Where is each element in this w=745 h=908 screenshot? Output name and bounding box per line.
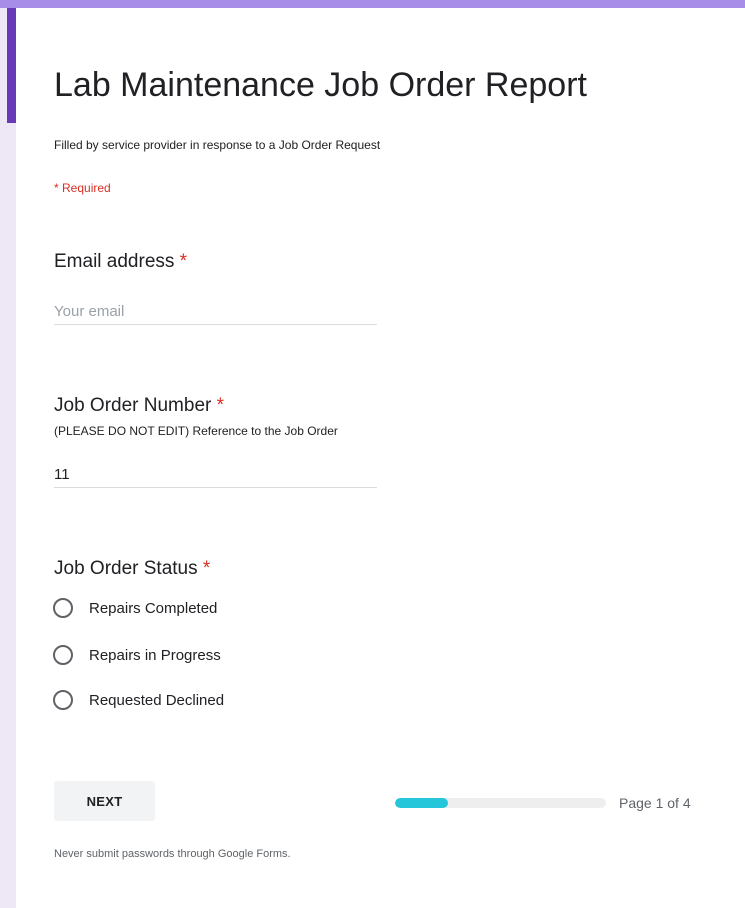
job-order-number-title: Job Order Number * (54, 395, 224, 417)
job-order-number-input[interactable] (54, 461, 377, 488)
form-top-border (0, 0, 745, 8)
radio-option-requested-declined[interactable]: Requested Declined (53, 689, 224, 711)
form-card: Lab Maintenance Job Order Report Filled … (16, 8, 745, 908)
radio-button-icon[interactable] (53, 598, 73, 618)
radio-option-label: Repairs in Progress (89, 646, 221, 664)
radio-button-icon[interactable] (53, 690, 73, 710)
required-asterisk: * (179, 251, 188, 272)
radio-option-label: Repairs Completed (89, 599, 218, 617)
progress-bar (395, 798, 606, 808)
password-warning: Never submit passwords through Google Fo… (54, 848, 291, 860)
radio-option-repairs-in-progress[interactable]: Repairs in Progress (53, 644, 221, 666)
required-note: * Required (54, 181, 111, 195)
radio-option-repairs-completed[interactable]: Repairs Completed (53, 597, 217, 619)
radio-button-icon[interactable] (53, 645, 73, 665)
email-question-label: Email address (54, 251, 175, 272)
required-asterisk: * (216, 395, 225, 416)
email-question-title: Email address * (54, 251, 187, 273)
radio-option-label: Requested Declined (89, 691, 225, 709)
next-button[interactable]: NEXT (54, 781, 155, 821)
form-title: Lab Maintenance Job Order Report (54, 66, 587, 104)
progress-bar-fill (395, 798, 448, 808)
page-indicator: Page 1 of 4 (619, 795, 691, 811)
job-order-status-label: Job Order Status (54, 558, 198, 579)
email-input[interactable] (54, 298, 377, 325)
form-accent-bar (7, 8, 16, 123)
job-order-number-help: (PLEASE DO NOT EDIT) Reference to the Jo… (54, 424, 338, 438)
job-order-status-title: Job Order Status * (54, 558, 210, 580)
job-order-number-label: Job Order Number (54, 395, 212, 416)
form-description: Filled by service provider in response t… (54, 138, 381, 152)
required-asterisk: * (202, 558, 211, 579)
